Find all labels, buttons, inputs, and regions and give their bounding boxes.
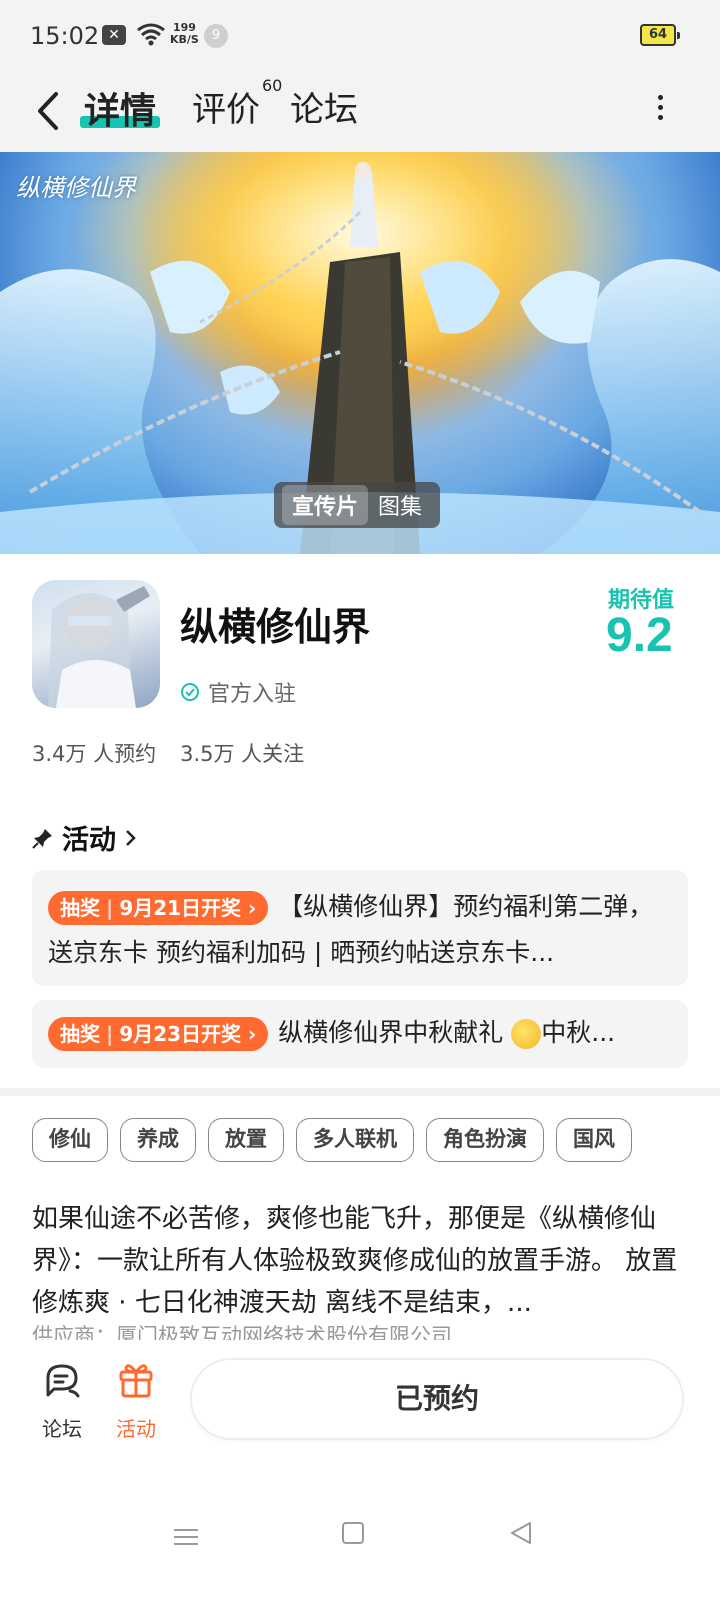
status-bar: 15:02 ✕ 199 KB/S 9 64 [0, 0, 720, 72]
pin-icon [32, 828, 52, 849]
activity-card[interactable]: 抽奖 | 9月23日开奖 › 纵横修仙界中秋献礼 中秋... [32, 1000, 688, 1068]
tag-item[interactable]: 放置 [208, 1118, 284, 1162]
system-nav-bar [0, 1480, 720, 1600]
activity-button[interactable]: 活动 [96, 1358, 176, 1442]
game-description[interactable]: 如果仙途不必苦修，爽修也能飞升，那便是《纵横修仙界》：一款让所有人体验极致爽修成… [32, 1198, 692, 1324]
moon-emoji-icon [511, 1019, 542, 1049]
gift-icon [119, 1364, 153, 1398]
banner-logo: 纵横修仙界 [16, 174, 136, 202]
tag-item[interactable]: 修仙 [32, 1118, 108, 1162]
tab-review-label: 评价 [192, 90, 260, 130]
battery-icon: 64 [640, 24, 680, 46]
activity-title: 活动 [62, 825, 116, 856]
pill-type: 抽奖 [60, 1022, 100, 1046]
activity-text: 抽奖 | 9月23日开奖 › 纵横修仙界中秋献礼 中秋... [48, 1010, 672, 1056]
verified-badge: 官方入驻 [180, 676, 296, 708]
media-tab-gallery[interactable]: 图集 [368, 485, 432, 525]
notification-x-icon: ✕ [102, 25, 126, 45]
promo-banner[interactable]: 纵横修仙界 宣传片 图集 [0, 152, 720, 554]
activity-desc: 纵横修仙界中秋献礼 [278, 1018, 504, 1047]
app-stats: 3.4万 人预约 3.5万 人关注 [32, 738, 304, 768]
network-speed-unit: KB/S [170, 33, 199, 46]
bottom-action-bar: 论坛 活动 已预约 [0, 1340, 720, 1480]
more-options-icon[interactable] [650, 90, 670, 130]
nav-back-icon[interactable] [508, 1520, 534, 1546]
chat-bubble-icon [46, 1364, 80, 1398]
app-title: 纵横修仙界 [180, 605, 371, 649]
tag-item[interactable]: 养成 [120, 1118, 196, 1162]
activity-text: 抽奖 | 9月21日开奖 › 【纵横修仙界】预约福利第二弹，送京东卡 预约福利加码 |… [48, 884, 672, 976]
section-divider [0, 1088, 720, 1096]
tab-detail[interactable]: 详情 [84, 82, 156, 134]
review-count: 60 [262, 75, 283, 95]
activity-card[interactable]: 抽奖 | 9月21日开奖 › 【纵横修仙界】预约福利第二弹，送京东卡 预约福利加码 |… [32, 870, 688, 986]
chevron-right-icon [126, 829, 136, 846]
app-icon-art [48, 586, 150, 708]
tag-item[interactable]: 角色扮演 [426, 1118, 544, 1162]
tag-list: 修仙 养成 放置 多人联机 角色扮演 国风 [32, 1118, 632, 1162]
check-circle-icon [181, 683, 199, 701]
forum-label: 论坛 [42, 1417, 82, 1441]
activity-desc-tail: 中秋... [541, 1018, 616, 1047]
wifi-icon [137, 23, 165, 46]
pill-date: 9月21日开奖 [119, 896, 242, 920]
tab-forum-label: 论坛 [290, 90, 358, 130]
back-arrow-icon[interactable] [30, 86, 70, 136]
app-icon [32, 580, 160, 708]
media-tab-video[interactable]: 宣传片 [282, 485, 369, 525]
nav-menu-icon[interactable] [174, 1524, 198, 1550]
score-value: 9.2 [606, 609, 673, 662]
verified-label: 官方入驻 [208, 682, 297, 707]
nav-home-icon[interactable] [342, 1522, 364, 1544]
activity-label: 活动 [116, 1417, 156, 1441]
notification-badge: 9 [204, 24, 228, 48]
status-time: 15:02 [30, 22, 100, 50]
tag-item[interactable]: 国风 [556, 1118, 632, 1162]
tab-detail-label: 详情 [84, 91, 157, 132]
reservation-count: 3.4万 人预约 [32, 742, 157, 766]
network-speed: 199 KB/S [170, 22, 199, 46]
lottery-pill: 抽奖 | 9月21日开奖 › [48, 891, 269, 925]
tab-forum[interactable]: 论坛 [290, 82, 358, 131]
pill-date: 9月23日开奖 [119, 1022, 242, 1046]
pill-type: 抽奖 [60, 896, 100, 920]
top-nav: 详情 评价60 论坛 [0, 72, 720, 152]
lottery-pill: 抽奖 | 9月23日开奖 › [48, 1017, 269, 1051]
media-switch: 宣传片 图集 [274, 482, 441, 528]
forum-button[interactable]: 论坛 [22, 1358, 102, 1442]
follower-count: 3.5万 人关注 [180, 742, 305, 766]
tab-review[interactable]: 评价60 [192, 76, 282, 131]
activity-header[interactable]: 活动 [32, 818, 138, 857]
reserved-button[interactable]: 已预约 [192, 1360, 682, 1438]
tag-item[interactable]: 多人联机 [296, 1118, 414, 1162]
